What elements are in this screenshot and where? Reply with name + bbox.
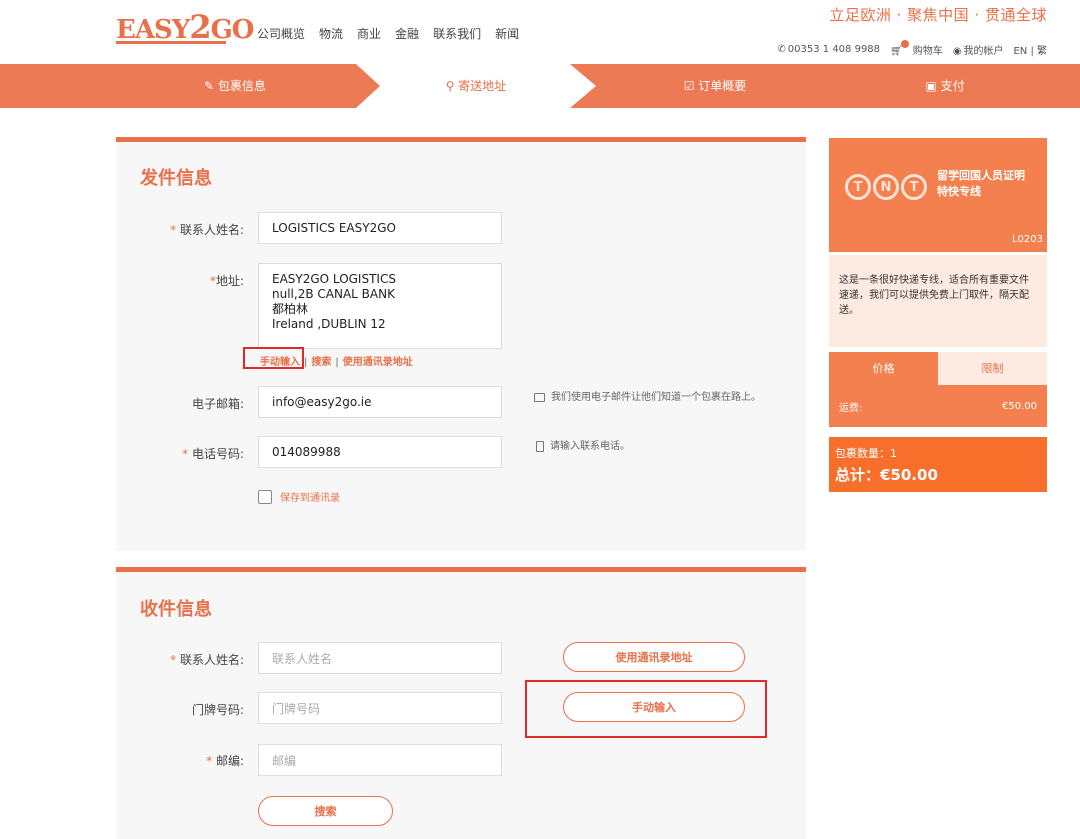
product-title: 留学回国人员证明特快专线 bbox=[937, 169, 1025, 198]
sender-email-label: 电子邮箱: bbox=[191, 397, 244, 411]
total-box: 包裹数量：1 总计：€50.00 bbox=[829, 437, 1047, 492]
fee-label: 运费: bbox=[839, 402, 863, 414]
phone-link[interactable]: ✆ 00353 1 408 9988 bbox=[777, 44, 880, 55]
address-book-link[interactable]: 使用通讯录地址 bbox=[343, 357, 413, 368]
sender-phone-input[interactable]: 014089988 bbox=[258, 436, 502, 468]
phone-icon: ✆ bbox=[777, 44, 786, 55]
slogan: 立足欧洲 · 聚焦中国 · 贯通全球 bbox=[829, 6, 1047, 24]
step-shipping-address[interactable]: ⚲ 寄送地址 bbox=[356, 64, 596, 108]
sender-phone-label: * 电话号码: bbox=[182, 447, 244, 461]
mail-icon bbox=[534, 392, 545, 402]
location-pin-icon: ⚲ bbox=[445, 79, 459, 93]
tnt-logo: T N T bbox=[845, 174, 927, 200]
highlight-box-manual-link bbox=[243, 347, 304, 369]
product-code: L0203 bbox=[1011, 234, 1043, 245]
receiver-door-input[interactable]: 门牌号码 bbox=[258, 692, 502, 724]
mobile-icon bbox=[536, 440, 544, 452]
address-line: Ireland ,DUBLIN 12 bbox=[272, 317, 386, 331]
shipping-fee-row: 运费: €50.00 bbox=[829, 385, 1047, 427]
check-icon: ☑ bbox=[683, 79, 699, 93]
tnt-letter: N bbox=[873, 174, 899, 200]
highlight-box-manual-button bbox=[525, 680, 767, 738]
step-order-summary[interactable]: ☑ 订单概要 bbox=[600, 64, 830, 108]
fee-value: €50.00 bbox=[1002, 400, 1037, 412]
product-description: 这是一条很好快递专线，适合所有重要文件速递，我们可以提供免费上门取件，隔天配送。 bbox=[829, 255, 1047, 347]
cart-icon: 🛒︎ bbox=[890, 46, 903, 57]
address-line: 都柏林 bbox=[272, 302, 309, 316]
sender-name-input[interactable]: LOGISTICS EASY2GO bbox=[258, 212, 502, 244]
cart-badge bbox=[900, 40, 909, 48]
tnt-letter: T bbox=[845, 174, 871, 200]
top-nav: 公司概览 物流 商业 金融 联系我们 新闻 bbox=[257, 25, 519, 42]
nav-item-business[interactable]: 商业 bbox=[357, 25, 381, 42]
phone-hint: 请输入联系电话。 bbox=[536, 437, 630, 452]
search-button[interactable]: 搜索 bbox=[258, 796, 393, 826]
separator: | bbox=[335, 357, 339, 368]
step-payment[interactable]: ▣ 支付 bbox=[830, 64, 1060, 108]
tnt-letter: T bbox=[901, 174, 927, 200]
tab-limits[interactable]: 限制 bbox=[938, 352, 1047, 385]
receiver-zip-input[interactable]: 邮编 bbox=[258, 744, 502, 776]
address-line: null,2B CANAL BANK bbox=[272, 287, 395, 301]
sender-address-label: *地址: bbox=[209, 274, 244, 288]
tab-price[interactable]: 价格 bbox=[829, 352, 938, 385]
nav-item-news[interactable]: 新闻 bbox=[495, 25, 519, 42]
search-link[interactable]: 搜索 bbox=[311, 357, 331, 368]
sender-address-box[interactable]: EASY2GO LOGISTICS null,2B CANAL BANK 都柏林… bbox=[258, 263, 502, 349]
sender-email-input[interactable]: info@easy2go.ie bbox=[258, 386, 502, 418]
use-address-book-button[interactable]: 使用通讯录地址 bbox=[563, 642, 745, 672]
price-tabs: 价格 限制 bbox=[829, 352, 1047, 385]
sender-name-label: * 联系人姓名: bbox=[170, 223, 244, 237]
money-icon: ▣ bbox=[925, 79, 941, 93]
receiver-door-label: 门牌号码: bbox=[191, 703, 244, 717]
address-line: EASY2GO LOGISTICS bbox=[272, 272, 396, 286]
total-amount: 总计：€50.00 bbox=[835, 466, 938, 484]
cart-link[interactable]: 🛒︎ 购物车 bbox=[890, 40, 943, 57]
account-link[interactable]: ◉ 我的帐户 bbox=[953, 42, 1004, 57]
checkout-steps: ✎ 包裹信息 ⚲ 寄送地址 ☑ 订单概要 ▣ 支付 bbox=[0, 64, 1080, 108]
utility-bar: ✆ 00353 1 408 9988 🛒︎ 购物车 ◉ 我的帐户 EN | 繁 bbox=[777, 40, 1047, 57]
language-switch[interactable]: EN | 繁 bbox=[1013, 42, 1047, 57]
sender-title: 发件信息 bbox=[140, 168, 212, 189]
receiver-name-input[interactable]: 联系人姓名 bbox=[258, 642, 502, 674]
nav-item-contact[interactable]: 联系我们 bbox=[433, 25, 481, 42]
edit-icon: ✎ bbox=[204, 79, 218, 93]
package-count: 包裹数量：1 bbox=[835, 447, 897, 460]
separator: | bbox=[304, 357, 308, 368]
user-icon: ◉ bbox=[952, 46, 962, 57]
save-to-addressbook-checkbox[interactable] bbox=[258, 490, 272, 504]
email-hint: 我们使用电子邮件让他们知道一个包裹在路上。 bbox=[534, 388, 761, 403]
receiver-title: 收件信息 bbox=[140, 599, 212, 620]
step-package-info[interactable]: ✎ 包裹信息 bbox=[120, 64, 350, 108]
receiver-name-label: * 联系人姓名: bbox=[170, 653, 244, 667]
logo-underline bbox=[116, 41, 226, 44]
save-to-addressbook-label[interactable]: 保存到通讯录 bbox=[280, 489, 340, 504]
receiver-zip-label: * 邮编: bbox=[206, 754, 244, 768]
nav-item-logistics[interactable]: 物流 bbox=[319, 25, 343, 42]
nav-item-company[interactable]: 公司概览 bbox=[257, 25, 305, 42]
nav-item-finance[interactable]: 金融 bbox=[395, 25, 419, 42]
